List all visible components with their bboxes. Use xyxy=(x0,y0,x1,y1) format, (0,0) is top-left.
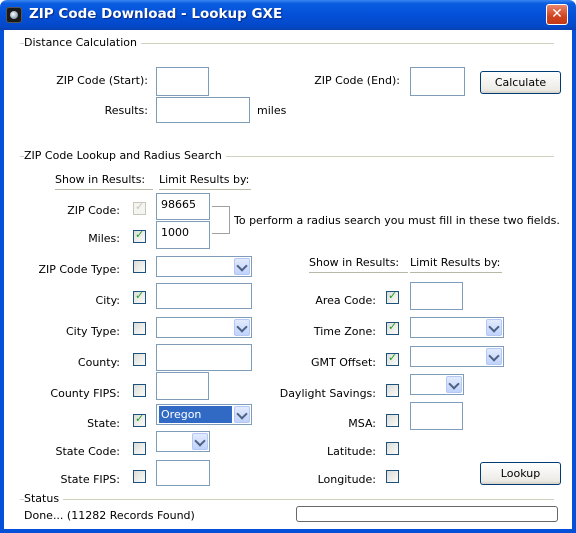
area-code-input[interactable] xyxy=(410,282,463,310)
zip-end-label: ZIP Code (End): xyxy=(314,74,400,87)
latitude-checkbox[interactable] xyxy=(386,442,399,455)
state-fips-input[interactable] xyxy=(156,460,210,486)
county-fips-checkbox[interactable] xyxy=(133,384,146,397)
chevron-down-icon[interactable] xyxy=(446,376,462,393)
miles-label: Miles: xyxy=(88,232,120,245)
zip-code-checkbox xyxy=(133,200,146,215)
results-label: Results: xyxy=(104,104,148,117)
calculate-button[interactable]: Calculate xyxy=(480,71,561,94)
area-code-checkbox[interactable] xyxy=(386,289,399,304)
chevron-down-icon[interactable] xyxy=(486,319,502,336)
daylight-savings-select[interactable] xyxy=(410,374,464,395)
city-checkbox[interactable] xyxy=(133,289,146,304)
county-fips-input[interactable] xyxy=(156,372,209,400)
status-section-divider xyxy=(20,499,554,500)
zip-code-type-checkbox[interactable] xyxy=(133,260,146,273)
zip-code-type-label: ZIP Code Type: xyxy=(38,263,120,276)
zip-end-input[interactable] xyxy=(410,67,465,96)
city-type-checkbox[interactable] xyxy=(133,322,146,335)
miles-checkbox[interactable] xyxy=(133,228,146,243)
title-bar[interactable]: ZIP Code Download - Lookup GXE ✕ xyxy=(0,0,576,30)
radius-bracket xyxy=(212,206,230,234)
city-type-value xyxy=(157,319,232,336)
county-input[interactable] xyxy=(156,344,252,371)
limit-results-header-right: Limit Results by: xyxy=(410,256,502,273)
lookup-section-title: ZIP Code Lookup and Radius Search xyxy=(24,149,226,162)
city-type-label: City Type: xyxy=(65,325,120,338)
close-button[interactable]: ✕ xyxy=(546,4,568,25)
daylight-savings-value xyxy=(411,376,444,393)
state-fips-label: State FIPS: xyxy=(60,473,120,486)
city-type-select[interactable] xyxy=(156,317,252,338)
radius-note: To perform a radius search you must fill… xyxy=(234,214,560,227)
show-in-results-header-right: Show in Results: xyxy=(309,256,408,273)
time-zone-checkbox[interactable] xyxy=(386,320,399,335)
city-input[interactable] xyxy=(156,283,252,309)
state-code-value xyxy=(157,433,190,450)
zip-code-label: ZIP Code: xyxy=(67,204,120,217)
daylight-savings-label: Daylight Savings: xyxy=(279,387,376,400)
gmt-offset-select[interactable] xyxy=(410,346,504,367)
chevron-down-icon[interactable] xyxy=(234,406,250,423)
app-window: ZIP Code Download - Lookup GXE ✕ Distanc… xyxy=(0,0,576,533)
latitude-label: Latitude: xyxy=(327,445,376,458)
gmt-offset-value xyxy=(411,348,484,365)
state-select[interactable]: Oregon xyxy=(156,404,252,425)
county-checkbox[interactable] xyxy=(133,353,146,366)
time-zone-label: Time Zone: xyxy=(313,325,376,338)
msa-label: MSA: xyxy=(348,417,376,430)
city-label: City: xyxy=(95,294,120,307)
state-code-label: State Code: xyxy=(55,445,120,458)
show-in-results-header: Show in Results: xyxy=(55,173,153,190)
longitude-label: Longitude: xyxy=(317,473,376,486)
area-code-label: Area Code: xyxy=(315,294,376,307)
gmt-offset-label: GMT Offset: xyxy=(311,356,376,369)
distance-section-title: Distance Calculation xyxy=(24,36,141,49)
state-fips-checkbox[interactable] xyxy=(133,470,146,483)
miles-input[interactable]: 1000 xyxy=(156,221,210,249)
time-zone-value xyxy=(411,319,484,336)
zip-code-type-value xyxy=(157,258,232,275)
zip-start-input[interactable] xyxy=(156,67,209,96)
status-section-title: Status xyxy=(24,492,64,505)
status-progress-bar xyxy=(296,506,558,522)
state-code-select[interactable] xyxy=(156,431,210,452)
miles-unit-label: miles xyxy=(257,104,287,117)
zip-code-input[interactable]: 98665 xyxy=(156,193,210,220)
gmt-offset-checkbox[interactable] xyxy=(386,351,399,366)
limit-results-header: Limit Results by: xyxy=(159,173,251,190)
state-label: State: xyxy=(87,417,120,430)
lookup-button[interactable]: Lookup xyxy=(480,462,561,485)
chevron-down-icon[interactable] xyxy=(192,433,208,450)
county-label: County: xyxy=(77,356,120,369)
app-icon xyxy=(6,7,22,23)
state-value: Oregon xyxy=(159,406,232,423)
window-title: ZIP Code Download - Lookup GXE xyxy=(29,6,283,22)
county-fips-label: County FIPS: xyxy=(50,387,120,400)
status-message: Done... (11282 Records Found) xyxy=(24,509,195,522)
chevron-down-icon[interactable] xyxy=(234,319,250,336)
msa-input[interactable] xyxy=(410,402,463,430)
results-field xyxy=(156,97,250,123)
longitude-checkbox[interactable] xyxy=(386,470,399,483)
chevron-down-icon[interactable] xyxy=(486,348,502,365)
state-code-checkbox[interactable] xyxy=(133,442,146,455)
zip-start-label: ZIP Code (Start): xyxy=(56,74,148,87)
time-zone-select[interactable] xyxy=(410,317,504,338)
msa-checkbox[interactable] xyxy=(386,414,399,427)
state-checkbox[interactable] xyxy=(133,412,146,427)
zip-code-type-select[interactable] xyxy=(156,256,252,277)
chevron-down-icon[interactable] xyxy=(234,258,250,275)
daylight-savings-checkbox[interactable] xyxy=(386,384,399,397)
